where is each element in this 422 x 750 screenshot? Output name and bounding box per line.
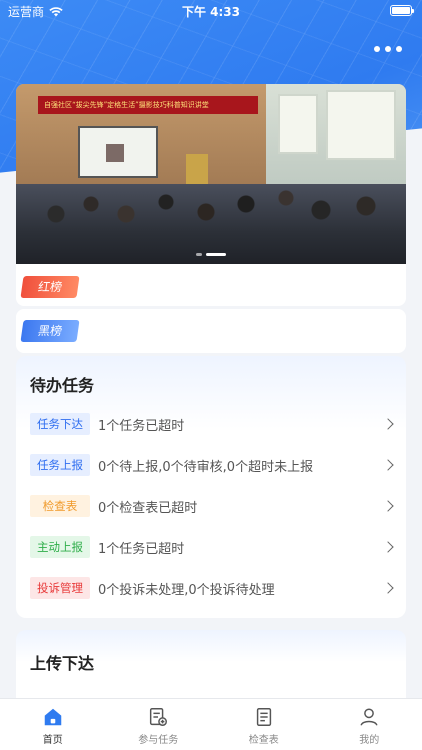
profile-icon <box>360 708 378 726</box>
photo-banner-text: 自强社区“拔尖先锋”定格生活”摄影技巧科普知识讲堂 <box>38 96 258 114</box>
home-icon <box>44 708 61 726</box>
todo-tag: 任务上报 <box>30 454 90 476</box>
todo-text: 0个待上报,0个待审核,0个超时未上报 <box>98 459 314 475</box>
clock: 下午 4:33 <box>181 5 241 19</box>
more-dot-icon <box>385 46 391 52</box>
bottom-tab-bar: 首页 参与任务 检查表 我的 <box>0 698 422 750</box>
carousel-indicator <box>16 253 406 256</box>
battery-icon <box>390 5 414 16</box>
more-menu-button[interactable] <box>374 46 402 52</box>
task-icon <box>150 708 168 726</box>
more-dot-icon <box>396 46 402 52</box>
todo-item-task-assign[interactable]: 任务下达 1个任务已超时 <box>30 412 396 436</box>
todo-item-complaint[interactable]: 投诉管理 0个投诉未处理,0个投诉待处理 <box>30 576 396 600</box>
todo-tag: 投诉管理 <box>30 577 90 599</box>
todo-tag: 任务下达 <box>30 413 90 435</box>
upload-title: 上传下达 <box>30 650 103 675</box>
tab-profile[interactable]: 我的 <box>317 699 422 750</box>
photo-audience <box>16 184 406 264</box>
chevron-right-icon <box>382 582 394 594</box>
status-bar: 运营商 下午 4:33 <box>0 0 422 22</box>
chevron-right-icon <box>382 541 394 553</box>
more-dot-icon <box>374 46 380 52</box>
todo-tag: 检查表 <box>30 495 90 517</box>
todo-item-active-report[interactable]: 主动上报 1个任务已超时 <box>30 535 396 559</box>
todo-item-task-report[interactable]: 任务上报 0个待上报,0个待审核,0个超时未上报 <box>30 453 396 477</box>
todo-item-checklist[interactable]: 检查表 0个检查表已超时 <box>30 494 396 518</box>
checklist-icon <box>256 708 271 726</box>
banner-carousel[interactable]: 自强社区“拔尖先锋”定格生活”摄影技巧科普知识讲堂 <box>16 84 406 306</box>
photo-window <box>326 90 396 160</box>
todo-title: 待办任务 <box>30 372 103 397</box>
photo-screen <box>78 126 158 178</box>
banner-photo[interactable]: 自强社区“拔尖先锋”定格生活”摄影技巧科普知识讲堂 <box>16 84 406 264</box>
photo-window <box>278 94 318 154</box>
tab-label: 首页 <box>42 735 63 746</box>
todo-text: 0个检查表已超时 <box>98 500 198 516</box>
todo-tag: 主动上报 <box>30 536 90 558</box>
carousel-dot-active <box>206 253 226 256</box>
carousel-dot <box>196 253 202 256</box>
todo-text: 0个投诉未处理,0个投诉待处理 <box>98 582 275 598</box>
tab-checklist[interactable]: 检查表 <box>211 699 317 750</box>
tab-label: 参与任务 <box>138 735 179 746</box>
todo-text: 1个任务已超时 <box>98 418 185 434</box>
tab-label: 检查表 <box>248 735 279 746</box>
tab-home[interactable]: 首页 <box>0 699 106 750</box>
chevron-right-icon <box>382 500 394 512</box>
tab-tasks[interactable]: 参与任务 <box>106 699 212 750</box>
tab-label: 我的 <box>359 735 380 746</box>
black-list-button[interactable]: 黑榜 <box>20 320 80 342</box>
todo-card: 待办任务 任务下达 1个任务已超时 任务上报 0个待上报,0个待审核,0个超时未… <box>16 356 406 618</box>
chevron-right-icon <box>382 418 394 430</box>
chevron-right-icon <box>382 459 394 471</box>
red-list-button[interactable]: 红榜 <box>20 276 80 298</box>
todo-text: 1个任务已超时 <box>98 541 185 557</box>
